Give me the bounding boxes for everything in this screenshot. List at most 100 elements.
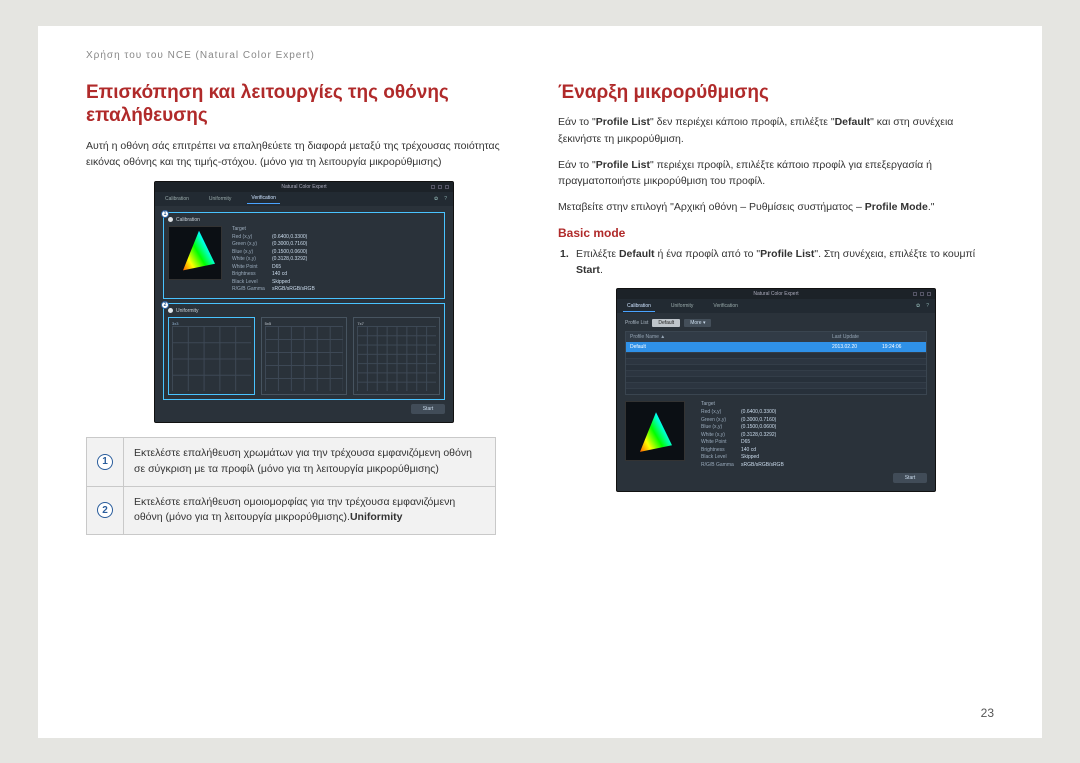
target-key: Black Level xyxy=(232,279,266,287)
callout-text-2: Εκτελέστε επαλήθευση ομοιομορφίας για τη… xyxy=(124,486,496,535)
document-page: Χρήση του του NCE (Natural Color Expert)… xyxy=(38,26,1042,738)
tab-uniformity[interactable]: Uniformity xyxy=(205,194,236,204)
target-val: (0.3000,0.7160) xyxy=(741,417,776,425)
tab-calibration[interactable]: Calibration xyxy=(623,301,655,312)
app-title: Natural Color Expert xyxy=(281,184,326,190)
gear-icon[interactable]: ✿ xyxy=(916,303,920,309)
breadcrumb: Χρήση του του NCE (Natural Color Expert) xyxy=(86,50,994,61)
para-3: Μεταβείτε στην επιλογή "Αρχική οθόνη – Ρ… xyxy=(558,199,994,215)
panel-label-calibration: Calibration xyxy=(176,217,200,223)
steps-list: Επιλέξτε Default ή ένα προφίλ από το "Pr… xyxy=(558,246,994,279)
right-column: Έναρξη μικρορύθμισης Εάν το "Profile Lis… xyxy=(558,81,994,536)
target-val: 140 cd xyxy=(741,447,756,455)
window-buttons xyxy=(431,185,449,189)
target-heading: Target xyxy=(232,226,315,232)
target-val: sRGB/sRGB/sRGB xyxy=(272,286,315,294)
radio-icon[interactable] xyxy=(168,308,173,313)
callout-number-cell: 2 xyxy=(87,486,124,535)
target-key: White (x,y) xyxy=(701,432,735,440)
default-button[interactable]: Default xyxy=(652,319,680,327)
col-last-update[interactable]: Last Update xyxy=(832,334,882,340)
gamut-diagram xyxy=(168,226,222,280)
radio-icon[interactable] xyxy=(168,217,173,222)
subhead-basic-mode: Basic mode xyxy=(558,226,994,240)
callout-text-1: Εκτελέστε επαλήθευση χρωμάτων για την τρ… xyxy=(124,438,496,487)
target-val: (0.3128,0.3292) xyxy=(272,256,307,264)
callout-table: 1 Εκτελέστε επαλήθευση χρωμάτων για την … xyxy=(86,437,496,535)
cell-time: 19:24:06 xyxy=(882,344,922,350)
grid-option-3x3[interactable]: 3x3 xyxy=(168,317,255,396)
circle-number-2: 2 xyxy=(97,502,113,518)
screenshot-profile-list-window: Natural Color Expert Calibration Uniform… xyxy=(616,288,936,492)
grid-option-7x7[interactable]: 7x7 xyxy=(353,317,440,396)
target-key: Black Level xyxy=(701,454,735,462)
target-val: D65 xyxy=(741,439,750,447)
target-key: Green (x,y) xyxy=(701,417,735,425)
cell-date: 2013.02.20 xyxy=(832,344,882,350)
col-profile-name[interactable]: Profile Name ▲ xyxy=(630,334,832,340)
target-val: (0.6400,0.3300) xyxy=(272,234,307,242)
table-row-selected[interactable]: Default 2013.02.20 19:24:06 xyxy=(626,342,926,352)
left-column: Επισκόπηση και λειτουργίες της οθόνης επ… xyxy=(86,81,522,536)
target-key: White Point xyxy=(232,264,266,272)
profile-detail-pane: Target Red (x,y)(0.6400,0.3300) Green (x… xyxy=(625,401,927,469)
uniformity-panel: 2 Uniformity 3x3 5x5 7x7 xyxy=(163,303,445,401)
profile-table: Profile Name ▲ Last Update Default 2013.… xyxy=(625,331,927,395)
profile-list-header: Profile List Default More ▾ xyxy=(625,319,927,327)
grid-option-5x5[interactable]: 5x5 xyxy=(261,317,348,396)
col-extra xyxy=(882,334,922,340)
target-key: Brightness xyxy=(232,271,266,279)
para-1: Εάν το "Profile List" δεν περιέχει κάποι… xyxy=(558,114,994,147)
app-tabs: Calibration Uniformity Verification ✿? xyxy=(155,192,453,206)
tab-calibration[interactable]: Calibration xyxy=(161,194,193,204)
target-key: Blue (x,y) xyxy=(701,424,735,432)
screenshot-verification-window: Natural Color Expert Calibration Uniform… xyxy=(154,181,454,424)
target-val: (0.3128,0.3292) xyxy=(741,432,776,440)
target-val: (0.3000,0.7160) xyxy=(272,241,307,249)
target-val: (0.1500,0.0600) xyxy=(272,249,307,257)
step-1: Επιλέξτε Default ή ένα προφίλ από το "Pr… xyxy=(572,246,994,279)
app-titlebar: Natural Color Expert xyxy=(617,289,935,299)
tab-verification[interactable]: Verification xyxy=(247,193,279,204)
target-values-table: Target Red (x,y) (0.6400,0.3300) Green (x… xyxy=(232,226,315,294)
help-icon[interactable]: ? xyxy=(444,196,447,202)
app-titlebar: Natural Color Expert xyxy=(155,182,453,192)
page-number: 23 xyxy=(981,706,994,720)
two-column-layout: Επισκόπηση και λειτουργίες της οθόνης επ… xyxy=(86,81,994,536)
target-key: Brightness xyxy=(701,447,735,455)
target-key: R/G/B Gamma xyxy=(232,286,266,294)
start-button[interactable]: Start xyxy=(893,473,927,483)
section-title-start-calibration: Έναρξη μικρορύθμισης xyxy=(558,81,994,105)
intro-paragraph: Αυτή η οθόνη σάς επιτρέπει να επαληθεύετ… xyxy=(86,138,522,171)
app-tabs: Calibration Uniformity Verification ✿? xyxy=(617,299,935,313)
start-button[interactable]: Start xyxy=(411,404,445,414)
target-key: Blue (x,y) xyxy=(232,249,266,257)
para-2: Εάν το "Profile List" περιέχει προφίλ, ε… xyxy=(558,157,994,190)
profile-list-label: Profile List xyxy=(625,320,648,326)
more-dropdown[interactable]: More ▾ xyxy=(684,319,711,327)
gear-icon[interactable]: ✿ xyxy=(434,196,438,202)
target-values-table: Target Red (x,y)(0.6400,0.3300) Green (x… xyxy=(701,401,784,469)
callout-number-cell: 1 xyxy=(87,438,124,487)
cell-profile-name: Default xyxy=(630,344,832,350)
target-key: Green (x,y) xyxy=(232,241,266,249)
tab-uniformity[interactable]: Uniformity xyxy=(667,301,698,311)
target-key: R/G/B Gamma xyxy=(701,462,735,470)
panel-label-uniformity: Uniformity xyxy=(176,308,199,314)
target-val: Skipped xyxy=(741,454,759,462)
callout-badge-2: 2 xyxy=(161,301,169,309)
target-val: (0.1500,0.0600) xyxy=(741,424,776,432)
window-buttons xyxy=(913,292,931,296)
target-key: Red (x,y) xyxy=(232,234,266,242)
app-title: Natural Color Expert xyxy=(753,291,798,297)
tab-verification[interactable]: Verification xyxy=(709,301,741,311)
target-val: Skipped xyxy=(272,279,290,287)
circle-number-1: 1 xyxy=(97,454,113,470)
help-icon[interactable]: ? xyxy=(926,303,929,309)
target-val: 140 cd xyxy=(272,271,287,279)
target-val: D65 xyxy=(272,264,281,272)
table-header-row: Profile Name ▲ Last Update xyxy=(626,332,926,342)
section-title-verification: Επισκόπηση και λειτουργίες της οθόνης επ… xyxy=(86,81,522,129)
target-val: sRGB/sRGB/sRGB xyxy=(741,462,784,470)
target-key: White (x,y) xyxy=(232,256,266,264)
